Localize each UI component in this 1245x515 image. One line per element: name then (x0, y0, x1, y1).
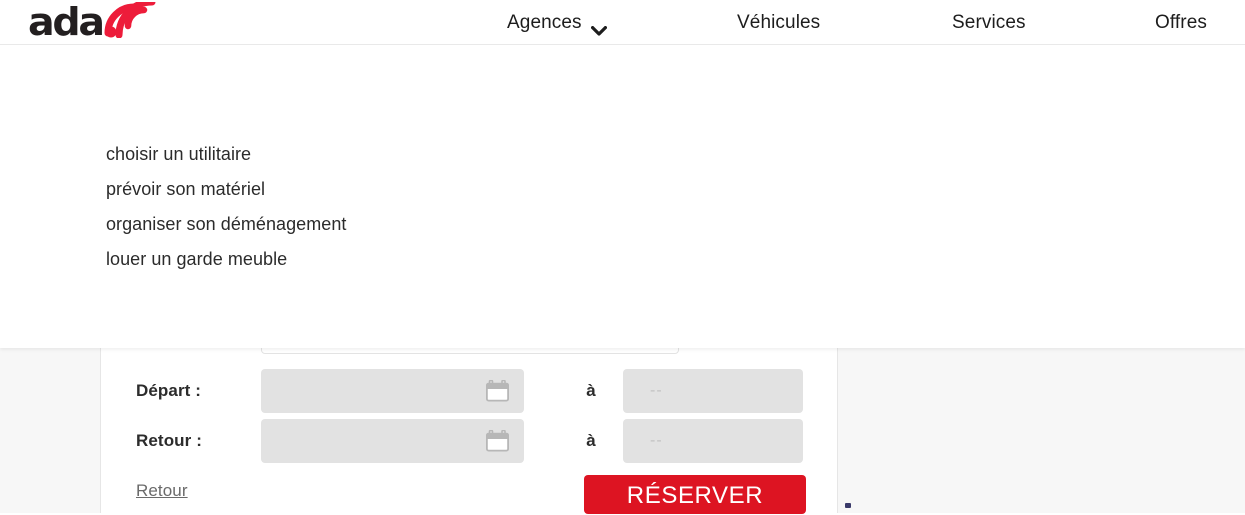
nav-item-vehicules[interactable]: Véhicules (737, 0, 820, 45)
depart-separator-a: à (586, 381, 596, 400)
retour-date-input[interactable] (261, 419, 524, 463)
nav-item-agences[interactable]: Agences (507, 0, 607, 45)
depart-date-input[interactable] (261, 369, 524, 413)
nav-item-services-label: Services (952, 11, 1026, 33)
back-link[interactable]: Retour (136, 481, 188, 501)
site-header: ada Agences Véhicules Services Offres (0, 0, 1245, 45)
depart-time-value: -- (650, 382, 663, 399)
nav-item-offres[interactable]: Offres (1155, 0, 1207, 45)
dropdown-item-choisir-un-utilitaire[interactable]: choisir un utilitaire (106, 137, 346, 172)
booking-form-panel: Départ : à -- Retour: à -- Retour RÉSER… (100, 338, 839, 514)
nav-item-vehicules-label: Véhicules (737, 11, 821, 33)
dropdown-list-item: choisir un utilitaire (106, 137, 346, 172)
retour-separator-a: à (586, 431, 596, 450)
nav-item-offres-label: Offres (1155, 11, 1207, 33)
page-body: Départ : à -- Retour: à -- Retour RÉSER… (0, 338, 1245, 514)
retour-time-select[interactable]: -- (623, 419, 803, 463)
retour-time-value: -- (650, 432, 663, 449)
retour-label: Retour : (136, 431, 202, 450)
chevron-down-icon (590, 20, 607, 36)
dropdown-list-item: organiser son déménagement (106, 207, 346, 242)
form-row-depart: Départ : à -- (101, 369, 839, 413)
dropdown-item-organiser-son-demenagement[interactable]: organiser son déménagement (106, 207, 346, 242)
form-footer: Retour RÉSERVER (101, 475, 839, 514)
dropdown-item-louer-un-garde-meuble[interactable]: louer un garde meuble (106, 242, 346, 277)
reserve-button[interactable]: RÉSERVER (584, 475, 806, 514)
form-row-retour: Retour : à -- (101, 419, 839, 463)
dropdown-menu-list: choisir un utilitaire prévoir son matéri… (106, 137, 346, 277)
nav-item-services[interactable]: Services (952, 0, 1026, 45)
main-navigation: Agences Véhicules Services Offres (0, 0, 1245, 45)
dropdown-list-item: prévoir son matériel (106, 172, 346, 207)
calendar-icon (485, 429, 510, 452)
nav-item-agences-label: Agences (507, 11, 582, 33)
mouse-cursor (845, 503, 851, 508)
depart-label: Départ : (136, 381, 202, 400)
agences-dropdown-panel: choisir un utilitaire prévoir son matéri… (0, 45, 1245, 348)
dropdown-list-item: louer un garde meuble (106, 242, 346, 277)
depart-time-select[interactable]: -- (623, 369, 803, 413)
page-root: ada Agences Véhicules Services Offres ch… (0, 0, 1245, 514)
dropdown-item-prevoir-son-materiel[interactable]: prévoir son matériel (106, 172, 346, 207)
calendar-icon (485, 379, 510, 402)
